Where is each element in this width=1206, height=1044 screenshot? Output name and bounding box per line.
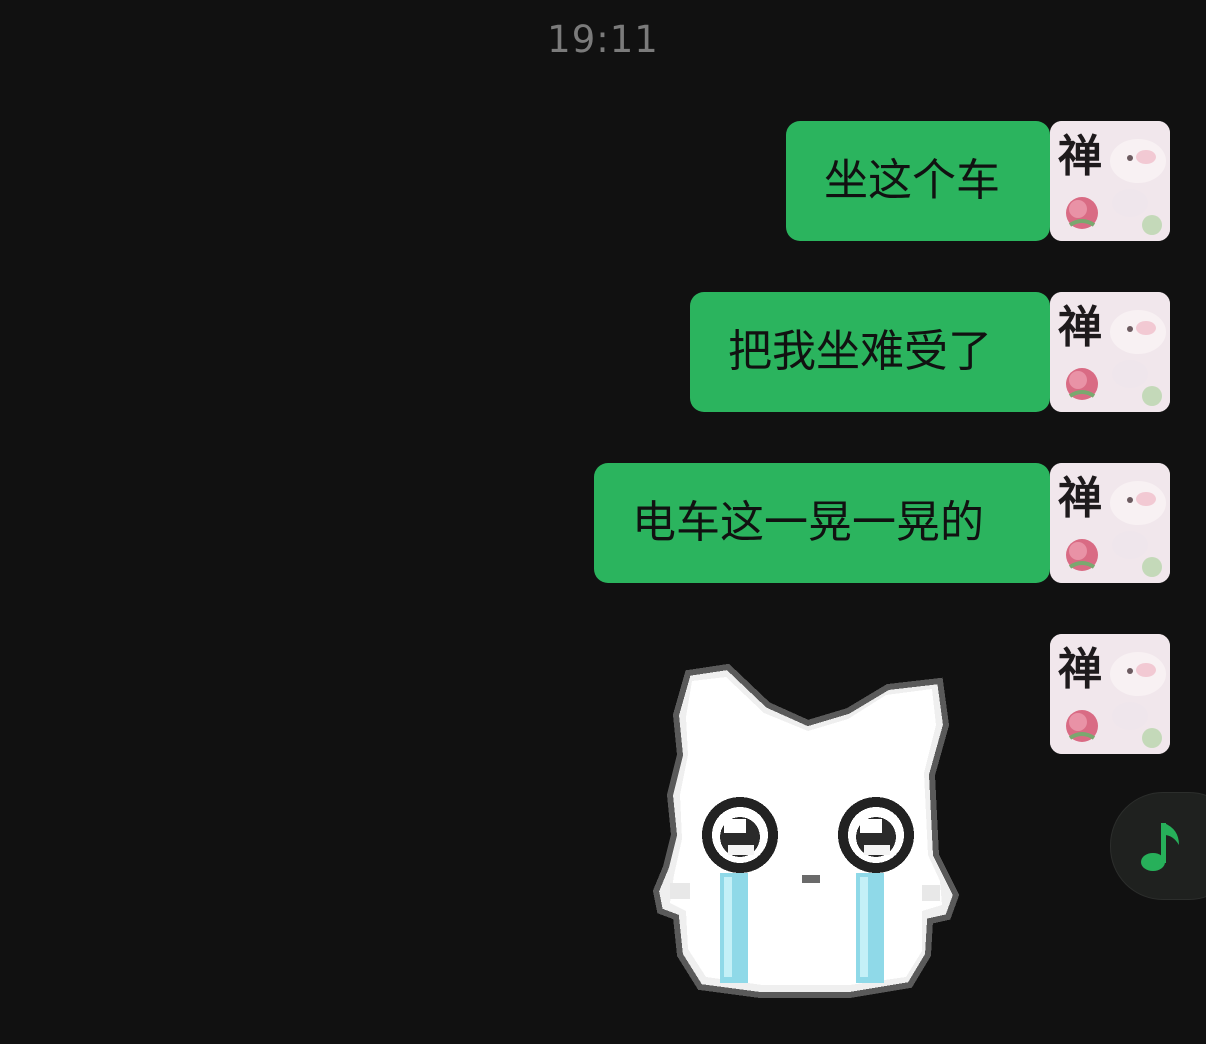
user-avatar[interactable]: 禅 <box>1050 634 1170 754</box>
message-timestamp: 19:11 <box>547 18 659 61</box>
music-note-icon <box>1141 823 1179 871</box>
user-avatar[interactable]: 禅 <box>1050 463 1170 583</box>
message-bubble[interactable]: 电车这一晃一晃的 <box>594 463 1064 583</box>
avatar-image: 禅 <box>1050 634 1170 754</box>
user-avatar[interactable]: 禅 <box>1050 292 1170 412</box>
message-bubble[interactable]: 坐这个车 <box>786 121 1064 241</box>
avatar-text: 禅 <box>1058 473 1102 524</box>
crying-cat-sticker[interactable] <box>640 655 970 1005</box>
message-text: 把我坐难受了 <box>728 326 992 377</box>
message-text: 电车这一晃一晃的 <box>632 497 984 548</box>
crying-cat-sticker-image <box>652 663 960 998</box>
floating-music-button[interactable] <box>1110 792 1206 900</box>
avatar-image: 禅 <box>1050 121 1170 241</box>
message-bubble[interactable]: 把我坐难受了 <box>690 292 1064 412</box>
avatar-image: 禅 <box>1050 292 1170 412</box>
user-avatar[interactable]: 禅 <box>1050 121 1170 241</box>
avatar-text: 禅 <box>1058 644 1102 695</box>
message-text: 坐这个车 <box>824 155 1000 206</box>
avatar-image: 禅 <box>1050 463 1170 583</box>
avatar-text: 禅 <box>1058 302 1102 353</box>
avatar-text: 禅 <box>1058 131 1102 182</box>
